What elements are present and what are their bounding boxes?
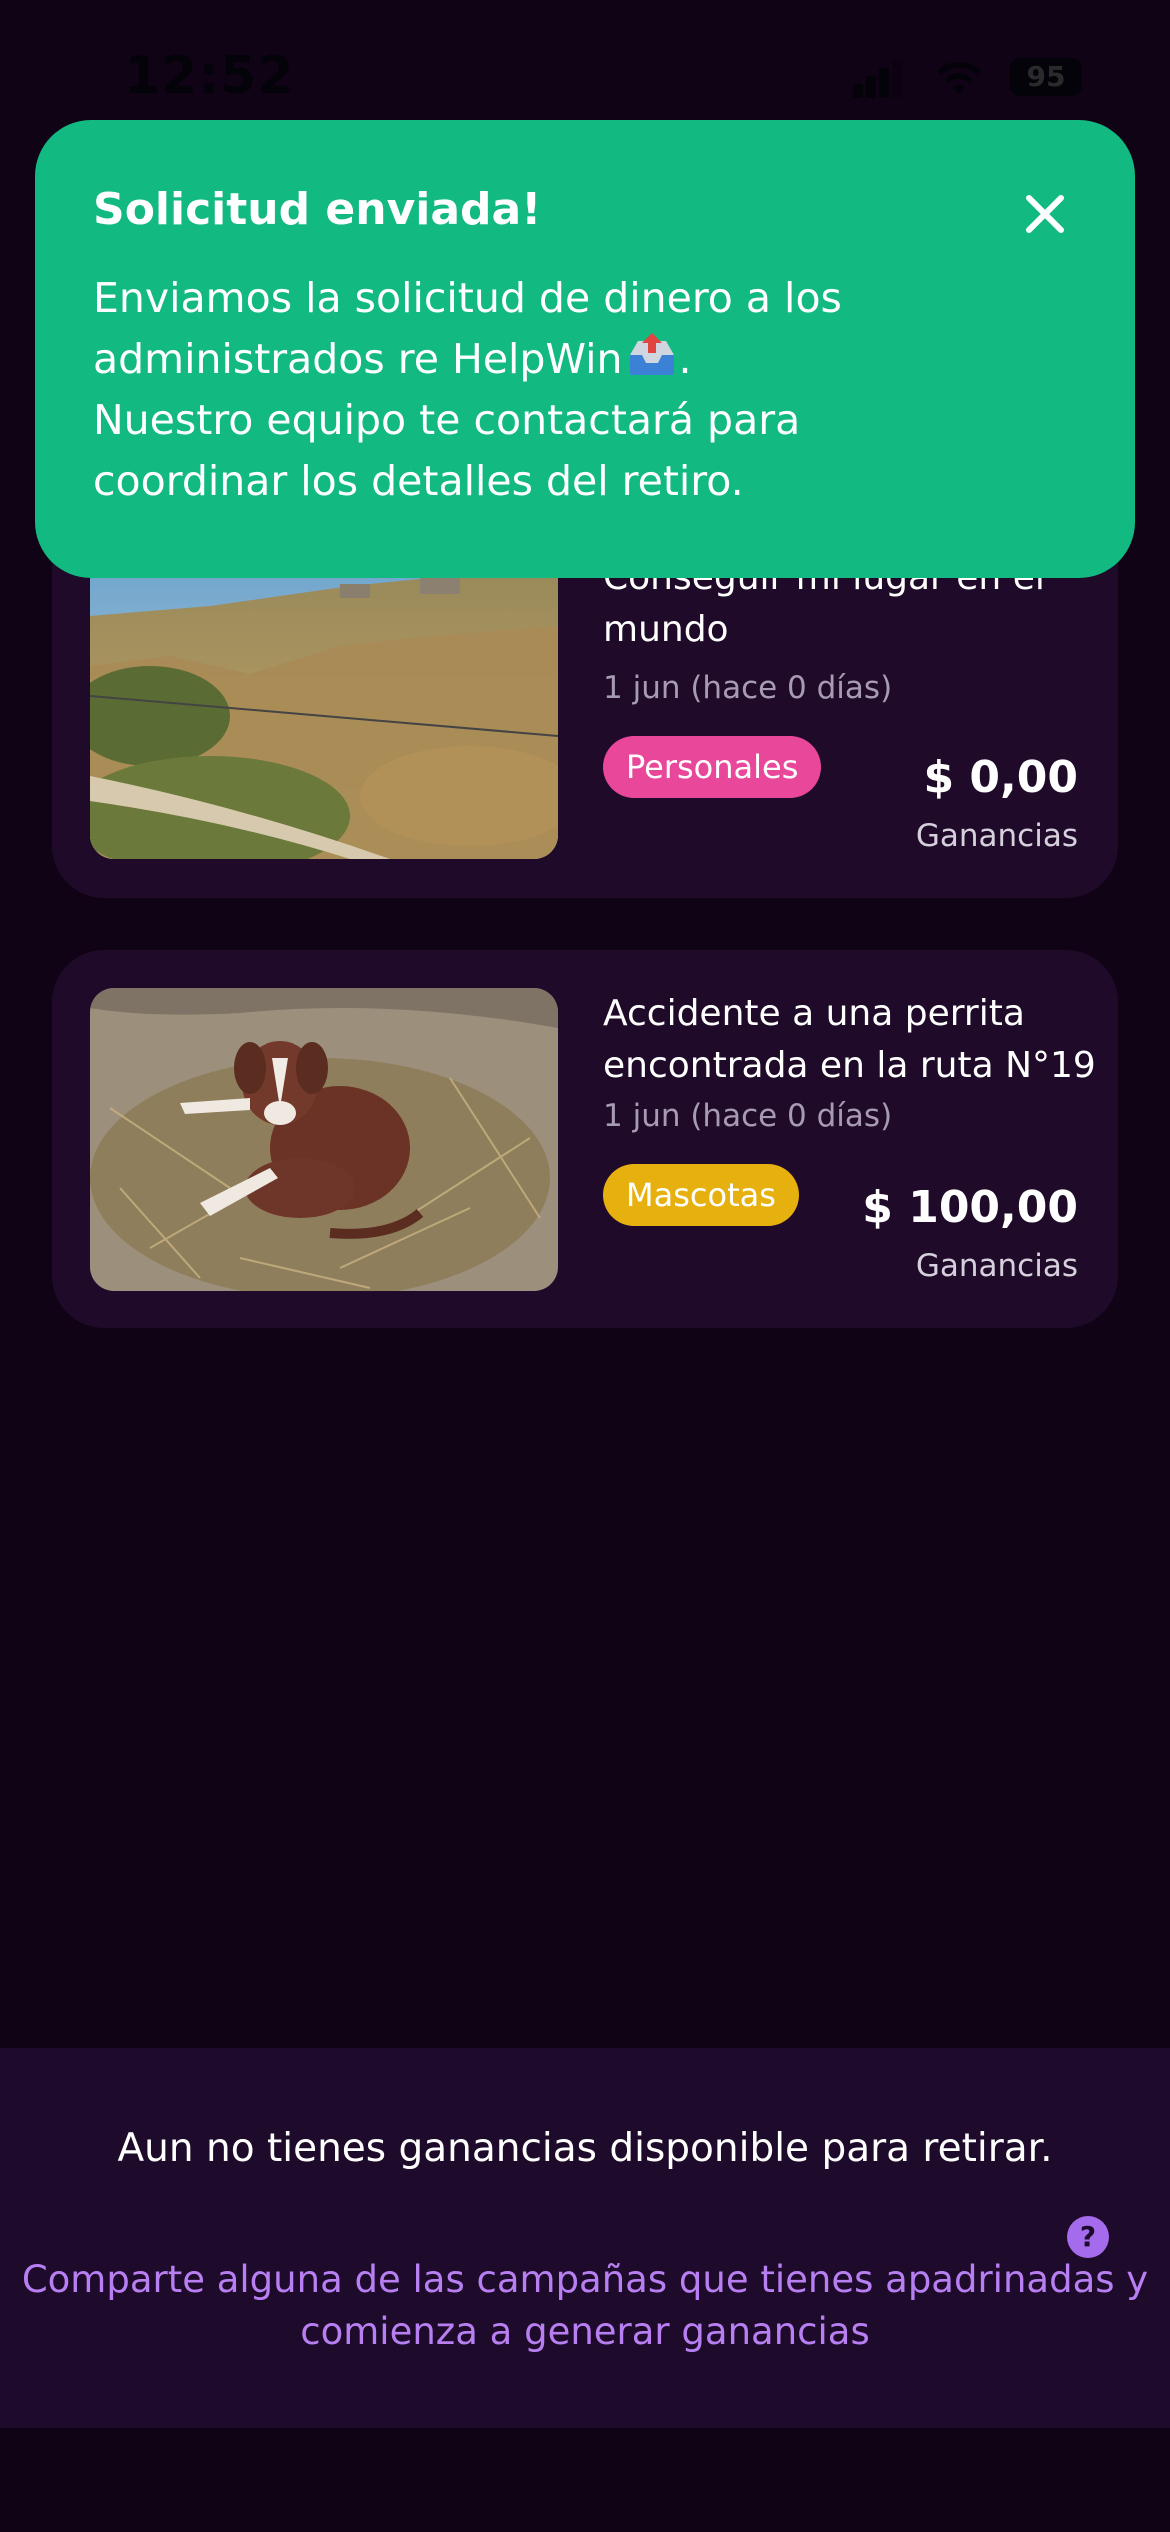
no-earnings-message: Aun no tienes ganancias disponible para … <box>117 2126 1053 2171</box>
status-time: 12:52 <box>124 46 295 106</box>
campaign-image <box>90 556 558 859</box>
earnings-amount: $ 0,00 <box>923 752 1079 803</box>
signal-icon <box>853 58 903 98</box>
earnings-label: Ganancias <box>915 818 1078 854</box>
campaign-image <box>90 988 558 1291</box>
toast-message-line: Enviamos la solicitud de dinero a los <box>93 274 842 322</box>
earnings-amount: $ 100,00 <box>862 1182 1078 1233</box>
category-badge: Personales <box>603 736 822 798</box>
toast-message-line: Nuestro equipo te contactará para <box>93 396 801 444</box>
campaign-card[interactable]: Accidente a una perrita encontrada en la… <box>52 950 1118 1328</box>
earnings-label: Ganancias <box>915 1248 1078 1284</box>
wifi-icon <box>937 61 981 94</box>
withdraw-panel: Aun no tienes ganancias disponible para … <box>0 2048 1170 2428</box>
campaign-date: 1 jun (hace 0 días) <box>603 670 893 706</box>
share-hint: Comparte alguna de las campañas que tien… <box>21 2258 1149 2353</box>
toast-message-line: coordinar los detalles del retiro. <box>93 457 744 505</box>
toast-message: Enviamos la solicitud de dinero a los ad… <box>93 268 1053 512</box>
battery-indicator: 95 <box>1010 58 1082 96</box>
toast-title: Solicitud enviada! <box>93 184 542 235</box>
outbox-tray-icon <box>630 333 675 375</box>
toast-message-line: administrados re HelpWin . <box>93 333 692 383</box>
campaign-title: Accidente a una perrita encontrada en la… <box>603 993 1096 1086</box>
category-badge: Mascotas <box>603 1164 799 1226</box>
help-icon[interactable]: ? <box>1067 2216 1109 2258</box>
success-toast: Solicitud enviada! Enviamos la solicitud… <box>35 120 1135 578</box>
campaign-date: 1 jun (hace 0 días) <box>603 1098 893 1134</box>
close-icon[interactable] <box>1015 184 1075 244</box>
